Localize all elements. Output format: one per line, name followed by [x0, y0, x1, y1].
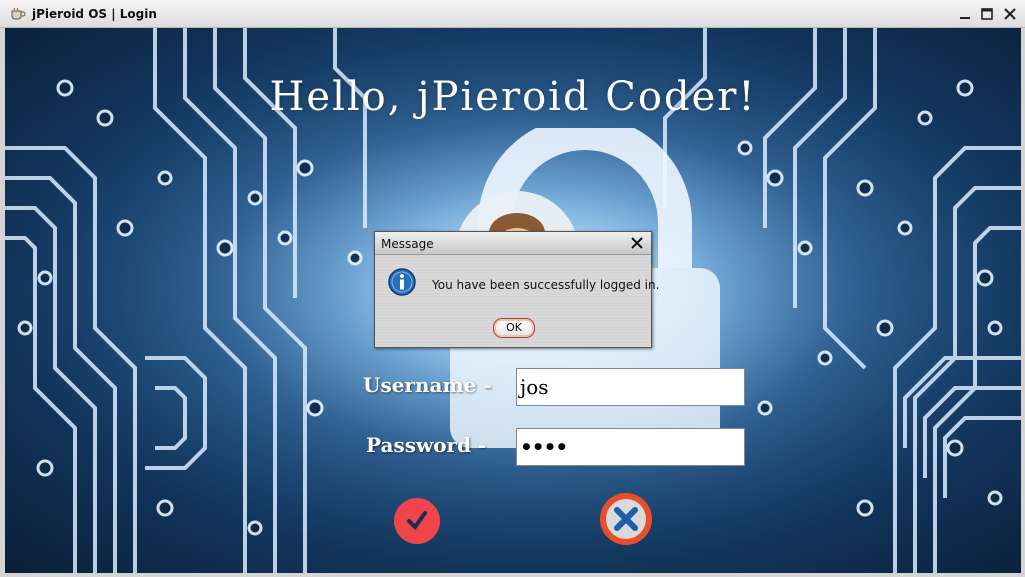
username-input[interactable]: jos — [516, 368, 745, 406]
coffee-cup-icon — [11, 7, 26, 20]
window-frame-right — [1021, 28, 1025, 577]
dialog-title-bar[interactable]: Message — [375, 232, 651, 255]
ok-button[interactable]: OK — [493, 318, 535, 338]
title-bar[interactable]: jPieroid OS | Login — [0, 0, 1025, 28]
greeting-heading: Hello, jPieroid Coder! — [269, 74, 757, 120]
x-mark-icon — [606, 499, 646, 539]
login-window: jPieroid OS | Login Hello, jPieroid Code… — [0, 0, 1025, 577]
close-icon[interactable] — [630, 236, 644, 250]
password-label: Password - — [366, 433, 487, 457]
window-title: jPieroid OS | Login — [32, 7, 157, 21]
close-icon[interactable] — [1002, 6, 1018, 22]
minimize-icon[interactable] — [957, 6, 973, 22]
checkmark-icon — [407, 511, 427, 531]
dialog-body: You have been successfully logged in. OK — [375, 255, 659, 347]
window-frame-left — [0, 28, 5, 577]
dialog-message: You have been successfully logged in. — [432, 278, 660, 292]
info-icon — [388, 268, 416, 296]
maximize-icon[interactable] — [979, 6, 995, 22]
cancel-button[interactable] — [600, 493, 652, 545]
password-input[interactable]: •••• — [516, 428, 745, 466]
message-dialog: Message You have been successfully logge… — [374, 231, 659, 348]
window-frame-bottom — [0, 573, 1025, 577]
dialog-title: Message — [381, 237, 434, 251]
username-label: Username - — [363, 373, 492, 397]
submit-button[interactable] — [394, 498, 440, 544]
